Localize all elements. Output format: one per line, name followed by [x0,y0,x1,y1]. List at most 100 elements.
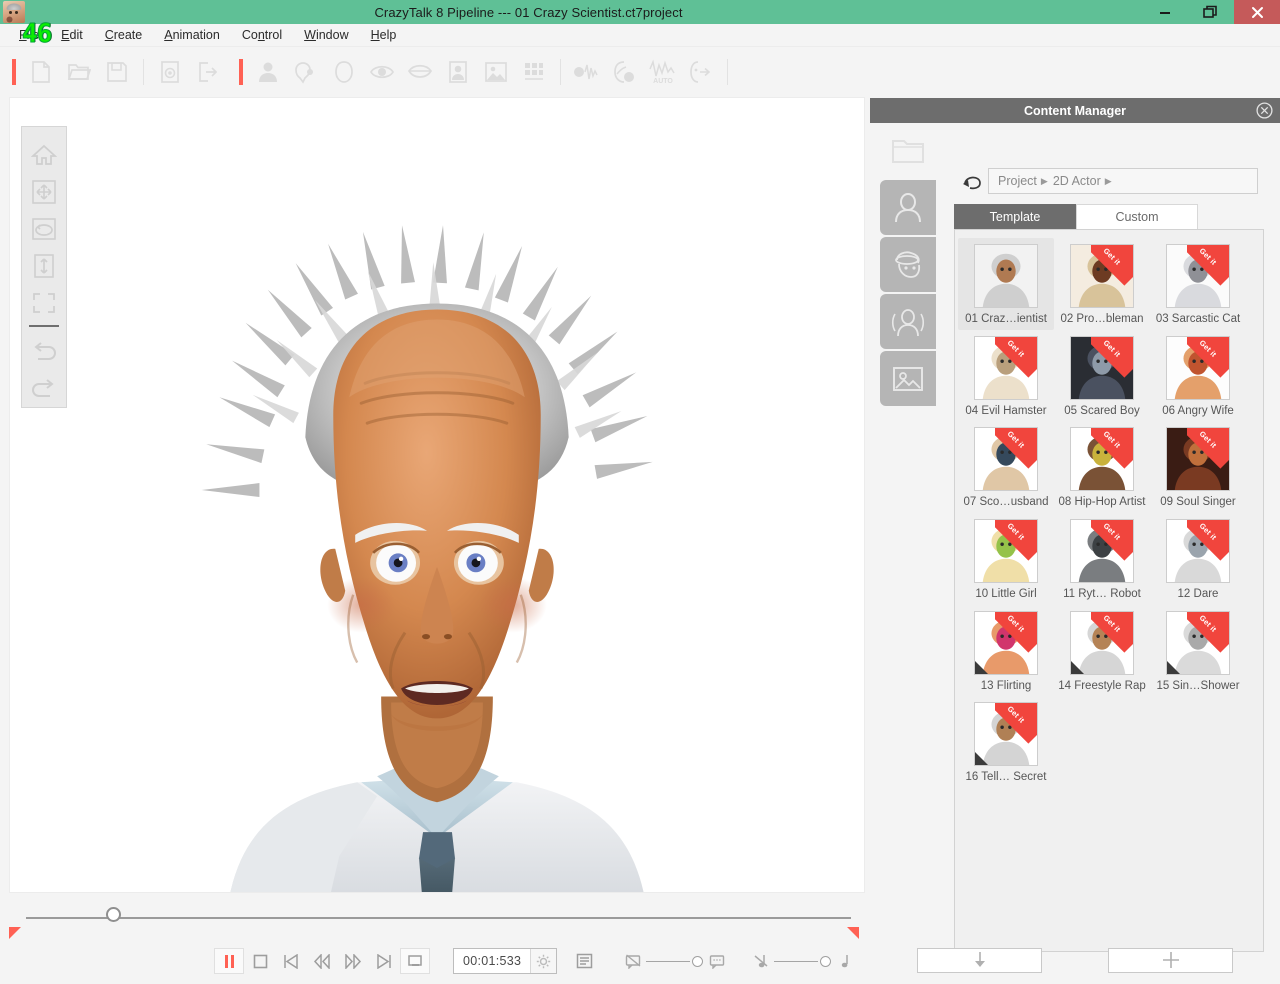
face-export-icon[interactable] [682,53,720,91]
content-item[interactable]: Get it 04 Evil Hamster [958,330,1054,422]
content-thumbnail[interactable]: Get it [1166,335,1230,400]
content-thumbnail[interactable]: Get it [1166,518,1230,583]
voice-on-icon[interactable] [706,954,728,969]
menu-item-animation[interactable]: Animation [153,26,231,44]
menu-item-create[interactable]: Create [94,26,154,44]
rail-motion[interactable] [880,294,936,349]
get-it-badge[interactable]: Get it [1187,612,1229,654]
content-item[interactable]: Get it 15 Sin…Shower [1150,605,1246,697]
content-thumbnail[interactable]: Get it [1166,610,1230,675]
content-item[interactable]: Get it 06 Angry Wife [1150,330,1246,422]
get-it-badge[interactable]: Get it [1091,520,1133,562]
content-item[interactable]: Get it 10 Little Girl [958,513,1054,605]
new-file-icon[interactable] [22,53,60,91]
content-item[interactable]: Get it 12 Dare [1150,513,1246,605]
voice-slider-track[interactable] [646,960,691,962]
timecode-field[interactable]: 00:01:533 [453,948,558,974]
save-icon[interactable] [98,53,136,91]
content-thumbnail[interactable]: Get it [974,702,1038,767]
pan-icon[interactable] [27,173,61,210]
content-item[interactable]: Get it 02 Pro…bleman [1054,238,1150,330]
menu-item-help[interactable]: Help [360,26,408,44]
content-item[interactable]: Get it 05 Scared Boy [1054,330,1150,422]
timeline-scrubber[interactable] [0,895,866,943]
redo-icon[interactable] [27,370,61,407]
get-it-badge[interactable]: Get it [1187,337,1229,379]
pause-button[interactable] [214,948,244,974]
voice-slider-knob[interactable] [692,955,704,967]
content-thumbnail[interactable]: Get it [1070,518,1134,583]
content-item[interactable]: Get it 09 Soul Singer [1150,421,1246,513]
content-thumbnail[interactable]: Get it [1166,427,1230,492]
get-it-badge[interactable]: Get it [995,612,1037,654]
rotate-icon[interactable] [27,210,61,247]
content-thumbnail[interactable]: Get it [1070,335,1134,400]
tab-custom[interactable]: Custom [1076,204,1198,229]
get-it-badge[interactable]: Get it [995,520,1037,562]
tab-template[interactable]: Template [954,204,1076,229]
breadcrumb-2d-actor[interactable]: 2D Actor [1053,174,1101,188]
content-grid-panel[interactable]: 01 Craz…ientist Get it 02 Pro…bleman Get it… [954,229,1264,952]
step-forward-button[interactable] [338,948,368,974]
get-it-badge[interactable]: Get it [1187,520,1229,562]
scrubber-handle[interactable] [105,907,121,922]
music-mute-icon[interactable] [750,953,772,970]
preview-icon[interactable] [151,53,189,91]
rail-project-folder[interactable] [880,123,936,178]
close-circle-icon[interactable] [1255,101,1274,120]
head-icon[interactable] [325,53,363,91]
fit-screen-icon[interactable] [27,284,61,321]
get-it-badge[interactable]: Get it [1187,245,1229,287]
actor-icon[interactable] [249,53,287,91]
content-thumbnail[interactable]: Get it [974,427,1038,492]
preview-viewport[interactable] [9,97,865,893]
content-thumbnail[interactable]: Get it [1070,610,1134,675]
menu-item-window[interactable]: Window [293,26,359,44]
audio-record-icon[interactable] [568,53,606,91]
home-icon[interactable] [27,136,61,173]
image-icon[interactable] [477,53,515,91]
go-to-start-button[interactable] [276,948,306,974]
hand-pose-icon[interactable] [287,53,325,91]
back-arrow-icon[interactable] [958,171,988,191]
close-button[interactable] [1234,0,1280,24]
menu-item-control[interactable]: Control [231,26,293,44]
minimize-button[interactable] [1142,0,1188,24]
music-note-icon[interactable] [834,953,856,970]
voice-mute-icon[interactable] [622,953,644,969]
content-thumbnail[interactable] [974,244,1038,308]
content-item[interactable]: Get it 13 Flirting [958,605,1054,697]
music-slider-knob[interactable] [820,955,832,967]
content-item[interactable]: Get it 08 Hip-Hop Artist [1054,421,1150,513]
content-thumbnail[interactable]: Get it [974,610,1038,675]
playback-settings-gear-icon[interactable] [530,949,557,973]
loop-button[interactable] [400,948,430,974]
content-thumbnail[interactable]: Get it [1070,244,1134,308]
get-it-badge[interactable]: Get it [1091,428,1133,470]
mouth-icon[interactable] [401,53,439,91]
music-slider-track[interactable] [774,960,819,962]
content-item[interactable]: Get it 14 Freestyle Rap [1054,605,1150,697]
timeline-panel-icon[interactable] [569,948,599,974]
content-thumbnail[interactable]: Get it [1166,244,1230,308]
get-it-badge[interactable]: Get it [1091,337,1133,379]
voice-volume-slider[interactable] [622,953,728,969]
stop-button[interactable] [245,948,275,974]
get-it-badge[interactable]: Get it [995,703,1037,745]
rail-costume[interactable] [880,237,936,292]
get-it-badge[interactable]: Get it [995,337,1037,379]
menu-item-edit[interactable]: Edit [50,26,94,44]
breadcrumb-project[interactable]: Project [998,174,1037,188]
content-thumbnail[interactable]: Get it [974,335,1038,400]
go-to-end-button[interactable] [369,948,399,974]
content-item[interactable]: Get it 11 Ryt… Robot [1054,513,1150,605]
get-it-badge[interactable]: Get it [1187,428,1229,470]
get-it-badge[interactable]: Get it [1091,612,1133,654]
scrubber-track[interactable] [26,917,851,919]
content-item[interactable]: Get it 03 Sarcastic Cat [1150,238,1246,330]
grid-icon[interactable] [515,53,553,91]
undo-icon[interactable] [27,333,61,370]
content-item[interactable]: Get it 07 Sco…usband [958,421,1054,513]
auto-motion-icon[interactable]: AUTO [644,53,682,91]
rail-actor[interactable] [880,180,936,235]
